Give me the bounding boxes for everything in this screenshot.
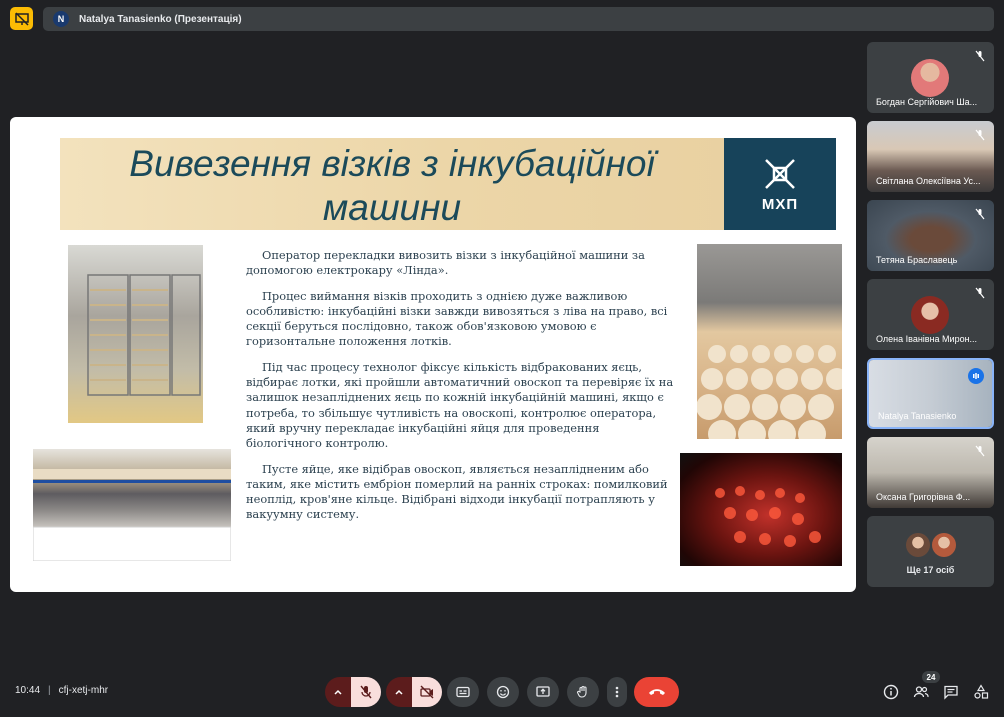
emoji-button[interactable]: [487, 677, 519, 707]
emoji-icon: [496, 685, 510, 699]
camera-off-icon: [420, 685, 434, 699]
mic-off-icon: [360, 685, 372, 699]
people-count-badge: 24: [922, 671, 940, 683]
captions-button[interactable]: [447, 677, 479, 707]
avatar: [911, 59, 949, 97]
incubator-trolley-photo: [68, 245, 203, 423]
mic-off-icon: [974, 129, 986, 141]
camera-options-button[interactable]: [386, 677, 412, 707]
participant-name: Natalya Tanasienko: [878, 411, 957, 421]
mic-toggle-button[interactable]: [351, 677, 381, 707]
meeting-time: 10:44: [15, 685, 41, 696]
mic-off-icon: [974, 445, 986, 457]
slide-paragraph: Оператор перекладки вивозить візки з інк…: [246, 248, 645, 278]
participant-name: Богдан Сергійович Ша...: [876, 97, 978, 107]
raise-hand-button[interactable]: [567, 677, 599, 707]
more-options-button[interactable]: [607, 677, 627, 707]
info-icon[interactable]: [883, 684, 899, 700]
participant-tile[interactable]: Богдан Сергійович Ша...: [867, 42, 994, 113]
speaking-indicator-icon: [968, 368, 984, 384]
presentation-icon[interactable]: [10, 7, 33, 30]
avatar: [905, 532, 930, 557]
more-participants-label: Ще 17 осіб: [906, 564, 955, 575]
present-screen-icon: [536, 686, 550, 697]
activities-icon[interactable]: [973, 684, 989, 700]
more-vert-icon: [615, 686, 619, 698]
chevron-up-icon: [334, 689, 342, 695]
camera-toggle-button[interactable]: [412, 677, 442, 707]
meeting-code[interactable]: cfj-xetj-mhr: [59, 685, 108, 696]
meeting-info: 10:44 | cfj-xetj-mhr: [15, 685, 108, 696]
slide-title-banner: Вивезення візків з інкубаційної машини М…: [60, 138, 836, 230]
slide-paragraph: Пусте яйце, яке відібрав овоскоп, являєт…: [246, 461, 668, 522]
participant-name: Оксана Григорівна Ф...: [876, 492, 971, 502]
slide-paragraph: Під час процесу технолог фіксує кількіст…: [246, 359, 674, 451]
participant-tile[interactable]: Олена Іванівна Мирон...: [867, 279, 994, 350]
hand-icon: [576, 685, 587, 698]
presentation-slide: Вивезення візків з інкубаційної машини М…: [10, 117, 856, 592]
mhp-logo: МХП: [724, 138, 836, 230]
participant-tile-active[interactable]: Natalya Tanasienko: [867, 358, 994, 429]
people-icon[interactable]: [913, 684, 929, 700]
participant-name: Тетяна Браславець: [876, 255, 958, 265]
more-avatars: [905, 532, 957, 557]
mic-off-icon: [974, 50, 986, 62]
egg-tray-photo: [697, 244, 842, 439]
chat-icon[interactable]: [943, 684, 959, 700]
more-participants-tile[interactable]: Ще 17 осіб: [867, 516, 994, 587]
participant-tile[interactable]: Світлана Олексіївна Ус...: [867, 121, 994, 192]
egg-conveyor-photo: [33, 449, 231, 561]
participant-name: Світлана Олексіївна Ус...: [876, 176, 981, 186]
candling-photo: [680, 453, 842, 566]
avatar: [911, 296, 949, 334]
captions-icon: [456, 686, 470, 698]
slide-text: Оператор перекладки вивозить візки з інк…: [246, 248, 676, 533]
mic-off-icon: [974, 208, 986, 220]
windmill-icon: [765, 158, 795, 189]
chevron-up-icon: [395, 689, 403, 695]
presenter-bar: N Natalya Tanasienko (Презентація): [43, 7, 994, 31]
participant-name: Олена Іванівна Мирон...: [876, 334, 978, 344]
slide-title: Вивезення візків з інкубаційної машини: [129, 143, 655, 228]
mic-off-icon: [974, 287, 986, 299]
present-button[interactable]: [527, 677, 559, 707]
mic-options-button[interactable]: [325, 677, 351, 707]
leave-call-button[interactable]: [634, 677, 679, 707]
presenter-title: Natalya Tanasienko (Презентація): [79, 13, 242, 25]
slide-paragraph: Процес виймання візків проходить з одніє…: [246, 288, 668, 349]
participant-tile[interactable]: Тетяна Браславець: [867, 200, 994, 271]
divider: |: [48, 685, 51, 696]
avatar: [931, 532, 956, 557]
participant-tile[interactable]: Оксана Григорівна Ф...: [867, 437, 994, 508]
logo-text: МХП: [761, 195, 799, 213]
call-end-icon: [648, 689, 665, 695]
presenter-avatar: N: [53, 11, 69, 27]
